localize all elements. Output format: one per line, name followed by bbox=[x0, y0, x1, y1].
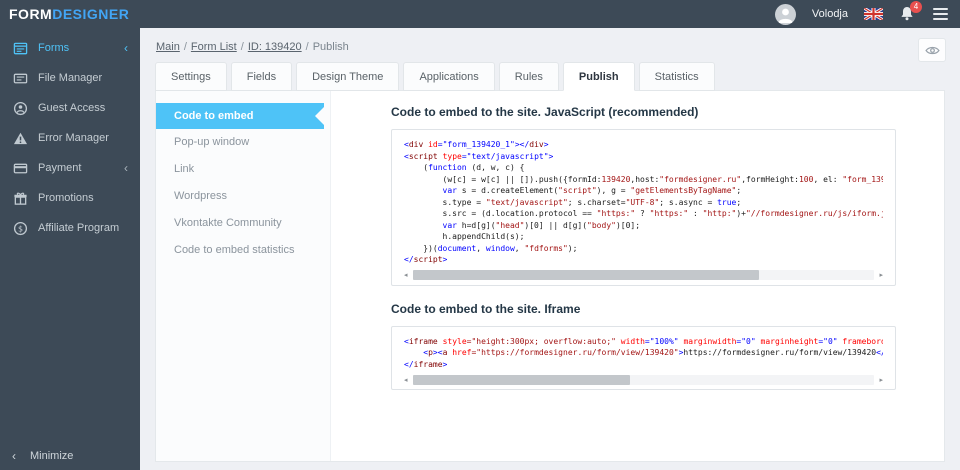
logo-part-designer: DESIGNER bbox=[52, 6, 130, 22]
affiliate-icon: $ bbox=[12, 220, 28, 236]
sidebar-item-promotions[interactable]: Promotions bbox=[0, 183, 140, 213]
breadcrumb-row: Main / Form List / ID: 139420/Publish bbox=[140, 28, 960, 62]
language-flag-icon[interactable] bbox=[864, 8, 883, 20]
menu-toggle-button[interactable] bbox=[933, 8, 948, 20]
notification-badge: 4 bbox=[910, 1, 922, 13]
code-block-javascript: <div id="form_139420_1"></div> <script ty… bbox=[391, 129, 896, 286]
chevron-left-icon: ‹ bbox=[124, 41, 128, 55]
app-logo[interactable]: FORMDESIGNER bbox=[0, 6, 129, 22]
breadcrumb: Main / Form List / ID: 139420/Publish bbox=[156, 41, 349, 53]
form-tabs: Settings Fields Design Theme Application… bbox=[140, 62, 960, 91]
form-icon bbox=[12, 40, 28, 56]
section-title-javascript: Code to embed to the site. JavaScript (r… bbox=[391, 105, 699, 119]
publish-panel: Code to embed Pop-up window Link Wordpre… bbox=[155, 90, 945, 462]
submenu-item-link[interactable]: Link bbox=[156, 156, 330, 183]
code-block-iframe: <iframe style="height:300px; overflow:au… bbox=[391, 325, 896, 390]
preview-button[interactable] bbox=[918, 38, 946, 62]
chevron-left-icon: ‹ bbox=[124, 161, 128, 175]
sidebar-item-label: Forms bbox=[38, 42, 70, 54]
payment-icon bbox=[12, 160, 28, 176]
minimize-label: Minimize bbox=[30, 450, 74, 462]
scroll-right-arrow-icon[interactable]: ▸ bbox=[876, 271, 883, 280]
sidebar-minimize-button[interactable]: ‹ Minimize bbox=[0, 442, 140, 470]
publish-submenu: Code to embed Pop-up window Link Wordpre… bbox=[156, 91, 331, 461]
tab-rules[interactable]: Rules bbox=[498, 62, 559, 91]
scroll-right-arrow-icon[interactable]: ▸ bbox=[876, 375, 883, 384]
hamburger-icon bbox=[933, 8, 948, 10]
topbar-controls: Volodja 4 bbox=[774, 1, 960, 25]
tab-fields[interactable]: Fields bbox=[230, 62, 293, 91]
embed-content: Code to embed to the site. JavaScript (r… bbox=[331, 91, 944, 461]
sidebar-item-label: Error Manager bbox=[38, 132, 109, 144]
submenu-item-code-to-embed-statistics[interactable]: Code to embed statistics bbox=[156, 237, 330, 264]
submenu-item-popup-window[interactable]: Pop-up window bbox=[156, 129, 330, 156]
sidebar-item-payment[interactable]: Payment ‹ bbox=[0, 153, 140, 183]
sidebar-item-forms[interactable]: Forms ‹ bbox=[0, 33, 140, 63]
horizontal-scrollbar: ◂ ▸ bbox=[404, 269, 883, 282]
scrollbar-thumb[interactable] bbox=[413, 374, 630, 385]
eye-icon bbox=[924, 46, 940, 54]
scrollbar-track[interactable] bbox=[413, 270, 874, 280]
top-bar: FORMDESIGNER Volodja 4 bbox=[0, 0, 960, 28]
scroll-left-arrow-icon[interactable]: ◂ bbox=[404, 375, 411, 384]
sidebar-item-label: Promotions bbox=[38, 192, 94, 204]
tab-settings[interactable]: Settings bbox=[155, 62, 227, 91]
chevron-left-icon: ‹ bbox=[12, 449, 16, 463]
sidebar-items: Forms ‹ File Manager Guest Access Error … bbox=[0, 28, 140, 243]
breadcrumb-link-form-id[interactable]: ID: 139420 bbox=[248, 41, 302, 53]
code-javascript[interactable]: <div id="form_139420_1"></div> <script ty… bbox=[404, 139, 883, 266]
promotions-icon bbox=[12, 190, 28, 206]
sidebar-item-file-manager[interactable]: File Manager bbox=[0, 63, 140, 93]
submenu-item-code-to-embed[interactable]: Code to embed bbox=[156, 103, 324, 129]
sidebar-item-affiliate-program[interactable]: $ Affiliate Program bbox=[0, 213, 140, 243]
breadcrumb-link-main[interactable]: Main bbox=[156, 41, 180, 53]
code-iframe[interactable]: <iframe style="height:300px; overflow:au… bbox=[404, 336, 883, 371]
scrollbar-thumb[interactable] bbox=[413, 270, 759, 280]
submenu-item-vkontakte-community[interactable]: Vkontakte Community bbox=[156, 210, 330, 237]
svg-text:$: $ bbox=[17, 224, 22, 233]
sidebar-item-label: Guest Access bbox=[38, 102, 106, 114]
formdesigner-app: FORMDESIGNER Volodja 4 Forms ‹ File Mana… bbox=[0, 0, 960, 470]
logo-part-form: FORM bbox=[9, 6, 53, 22]
user-name[interactable]: Volodja bbox=[812, 8, 848, 20]
section-title-iframe: Code to embed to the site. Iframe bbox=[391, 301, 581, 316]
user-icon bbox=[778, 8, 793, 23]
notifications-button[interactable]: 4 bbox=[899, 1, 922, 23]
sidebar-item-label: File Manager bbox=[38, 72, 103, 84]
guest-access-icon bbox=[12, 100, 28, 116]
scrollbar-track[interactable] bbox=[413, 374, 874, 385]
breadcrumb-current: Publish bbox=[312, 41, 349, 53]
tab-design-theme[interactable]: Design Theme bbox=[296, 62, 400, 91]
tab-publish[interactable]: Publish bbox=[562, 62, 635, 91]
user-avatar[interactable] bbox=[774, 3, 796, 25]
sidebar-item-label: Payment bbox=[38, 162, 82, 174]
tab-statistics[interactable]: Statistics bbox=[638, 62, 715, 91]
sidebar: Forms ‹ File Manager Guest Access Error … bbox=[0, 28, 140, 470]
error-manager-icon bbox=[12, 130, 28, 146]
file-manager-icon bbox=[12, 70, 28, 86]
sidebar-item-label: Affiliate Program bbox=[38, 222, 120, 234]
breadcrumb-link-form-list[interactable]: Form List bbox=[191, 41, 237, 53]
sidebar-item-error-manager[interactable]: Error Manager bbox=[0, 123, 140, 153]
sidebar-item-guest-access[interactable]: Guest Access bbox=[0, 93, 140, 123]
tab-applications[interactable]: Applications bbox=[403, 62, 495, 91]
scroll-left-arrow-icon[interactable]: ◂ bbox=[404, 271, 411, 280]
horizontal-scrollbar: ◂ ▸ bbox=[404, 373, 883, 386]
main-area: Main / Form List / ID: 139420/Publish Settin… bbox=[140, 28, 960, 470]
submenu-item-wordpress[interactable]: Wordpress bbox=[156, 183, 330, 210]
